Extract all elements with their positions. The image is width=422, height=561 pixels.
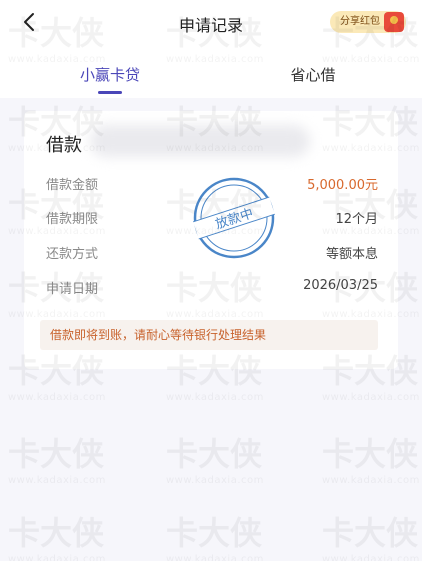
card-title: 借款 bbox=[46, 135, 82, 156]
loan-amount-value: 5,000.00元 bbox=[307, 178, 378, 193]
share-red-packet-button[interactable]: 分享红包 bbox=[330, 11, 406, 33]
header: 申请记录 分享红包 bbox=[0, 0, 422, 44]
active-tab-indicator bbox=[98, 91, 122, 94]
watermark: 卡大侠www.kadaxia.com bbox=[322, 514, 420, 561]
apply-date-row: 申请日期 2026/03/25 bbox=[46, 278, 378, 302]
loan-term-value: 12个月 bbox=[335, 212, 378, 227]
tab-xiaoying-card-loan[interactable]: 小赢卡贷 bbox=[50, 64, 170, 85]
repayment-method-label: 还款方式 bbox=[46, 247, 99, 262]
redacted-product-name bbox=[90, 125, 310, 157]
watermark: 卡大侠www.kadaxia.com bbox=[166, 514, 264, 561]
disbursement-notice: 借款即将到账，请耐心等待银行处理结果 bbox=[40, 320, 378, 350]
red-packet-icon bbox=[384, 12, 404, 32]
loan-record-card[interactable]: 借款 借款金额 5,000.00元 借款期限 12个月 还款方式 等额本息 申请… bbox=[24, 111, 398, 369]
loan-amount-label: 借款金额 bbox=[46, 178, 99, 193]
apply-date-label: 申请日期 bbox=[46, 282, 99, 297]
watermark: 卡大侠www.kadaxia.com bbox=[8, 514, 106, 561]
watermark: 卡大侠www.kadaxia.com bbox=[322, 435, 420, 486]
tab-bar: 小赢卡贷 省心借 bbox=[0, 44, 422, 98]
watermark: 卡大侠www.kadaxia.com bbox=[8, 435, 106, 486]
disbursing-stamp-icon: 放款中 bbox=[192, 176, 276, 260]
watermark: 卡大侠www.kadaxia.com bbox=[166, 435, 264, 486]
share-label: 分享红包 bbox=[340, 16, 380, 27]
tab-shengxin-loan[interactable]: 省心借 bbox=[253, 64, 373, 85]
apply-date-value: 2026/03/25 bbox=[303, 278, 378, 293]
loan-term-label: 借款期限 bbox=[46, 212, 99, 227]
repayment-method-value: 等额本息 bbox=[325, 247, 378, 262]
